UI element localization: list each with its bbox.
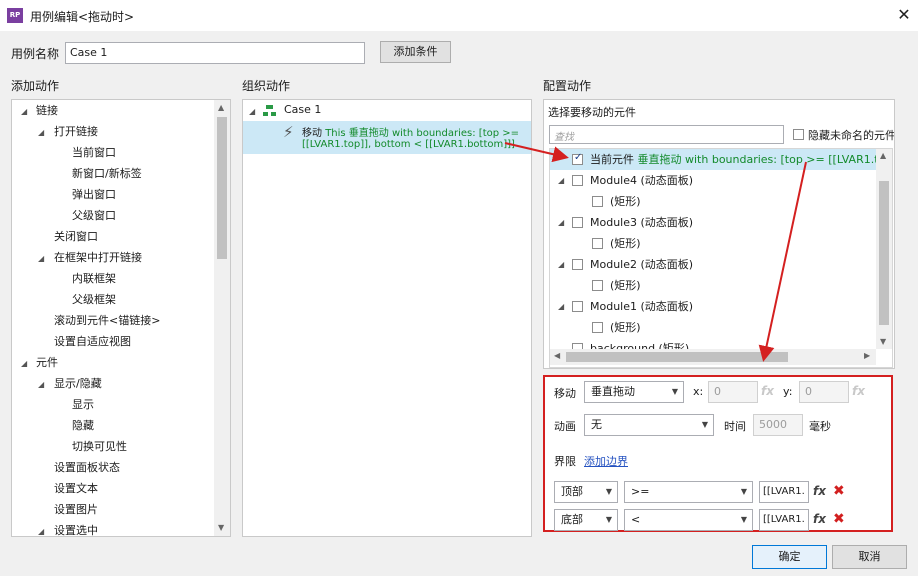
annotation-arrow-2 bbox=[758, 161, 807, 362]
annotation-arrows bbox=[504, 142, 807, 362]
ok-button[interactable]: 确定 bbox=[752, 545, 827, 569]
annotation-arrow-1 bbox=[504, 142, 569, 163]
cancel-button[interactable]: 取消 bbox=[832, 545, 907, 569]
